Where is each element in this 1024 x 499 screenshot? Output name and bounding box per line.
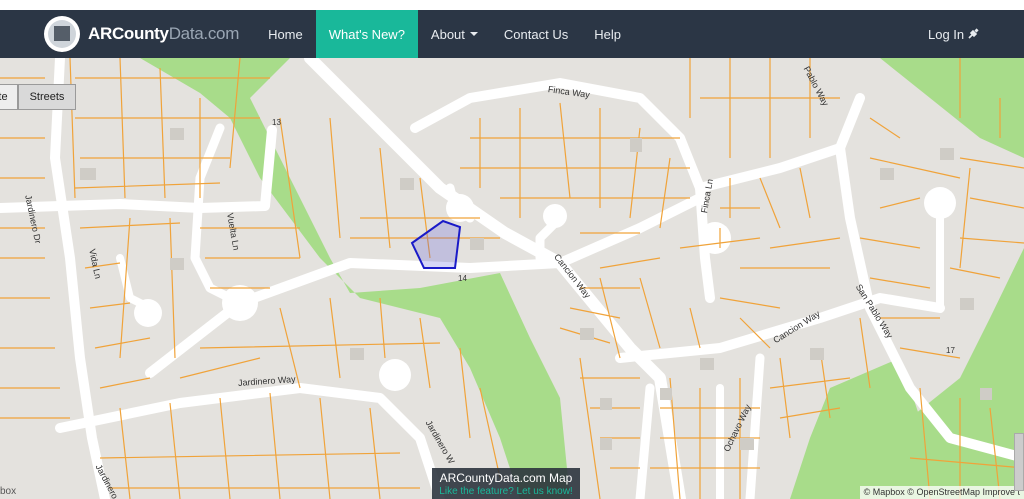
nav-about-dropdown[interactable]: About: [418, 10, 491, 58]
cul-de-sacs: [134, 187, 956, 391]
map-caption: ARCountyData.com Map Like the feature? L…: [432, 468, 580, 499]
navbar: ARCountyData.com Home What's New? About …: [0, 10, 1024, 58]
map-canvas: [0, 58, 1024, 499]
parcel-map[interactable]: te Streets Finca Way Pablo Way Jardinero…: [0, 58, 1024, 499]
zoom-control[interactable]: [1014, 433, 1024, 491]
golf-hole-17: 17: [946, 346, 955, 355]
feedback-link[interactable]: Like the feature? Let us know!: [432, 486, 580, 497]
login-link[interactable]: Log In: [918, 10, 989, 58]
login-plug-icon: [968, 28, 979, 39]
satellite-layer-button[interactable]: te: [0, 84, 18, 110]
caret-down-icon: [469, 32, 478, 36]
top-band: [0, 0, 1024, 10]
nav-home[interactable]: Home: [255, 10, 316, 58]
map-caption-title: ARCountyData.com Map: [439, 471, 573, 485]
nav-help[interactable]: Help: [581, 10, 634, 58]
streets-layer-button[interactable]: Streets: [18, 84, 76, 110]
brand-logo-link[interactable]: ARCountyData.com: [44, 16, 239, 52]
map-attribution[interactable]: © Mapbox © OpenStreetMap Improve t: [859, 486, 1024, 499]
nav-contact[interactable]: Contact Us: [491, 10, 581, 58]
brand-name: ARCountyData.com: [88, 24, 240, 43]
golf-hole-13: 13: [272, 118, 281, 127]
golf-hole-14: 14: [458, 274, 467, 283]
mapbox-logo[interactable]: box: [0, 486, 16, 497]
nav-whats-new[interactable]: What's New?: [315, 10, 418, 58]
arkansas-logo-icon: [44, 16, 80, 52]
